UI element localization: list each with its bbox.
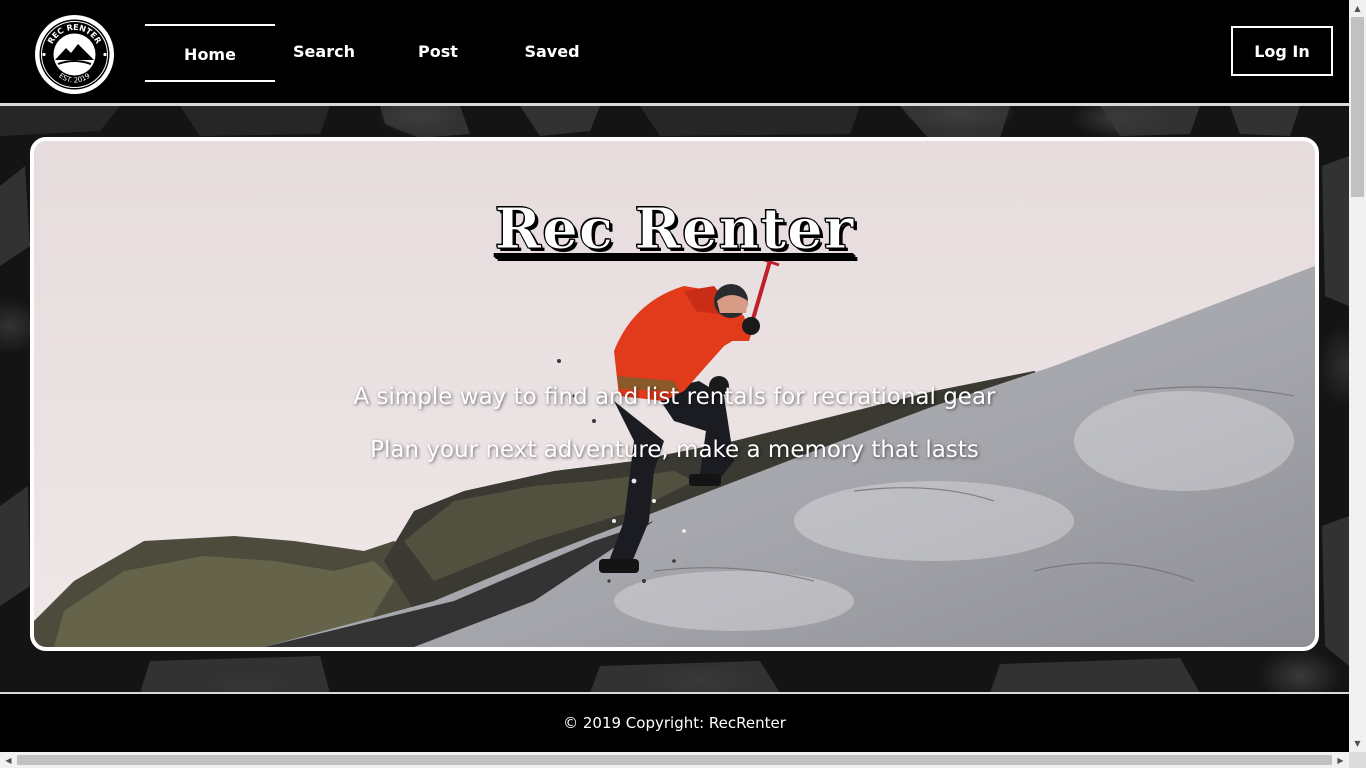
nav-post-label: Post bbox=[418, 41, 458, 61]
nav-home-label: Home bbox=[184, 44, 236, 64]
hero-tagline-2: Plan your next adventure, make a memory … bbox=[370, 437, 979, 463]
footer: © 2019 Copyright: RecRenter bbox=[0, 694, 1349, 752]
nav-search[interactable]: Search bbox=[275, 24, 373, 82]
scroll-down-arrow-icon[interactable]: ▼ bbox=[1349, 735, 1366, 752]
hero-card: Rec Renter A simple way to find and list… bbox=[30, 137, 1319, 651]
footer-copyright: © 2019 Copyright: RecRenter bbox=[563, 714, 786, 732]
page: REC RENTER EST. 2019 Home Search Post Sa… bbox=[0, 0, 1349, 752]
nav-saved[interactable]: Saved bbox=[503, 24, 601, 82]
vertical-scroll-thumb[interactable] bbox=[1351, 17, 1364, 197]
hero-title: Rec Renter bbox=[34, 196, 1315, 263]
nav-saved-label: Saved bbox=[524, 41, 580, 61]
scrollbar-corner bbox=[1349, 752, 1366, 768]
nav-search-label: Search bbox=[293, 41, 355, 61]
hero-title-text: Rec Renter bbox=[494, 196, 855, 263]
scroll-left-arrow-icon[interactable]: ◀ bbox=[0, 752, 17, 768]
scroll-up-arrow-icon[interactable]: ▲ bbox=[1349, 0, 1366, 17]
horizontal-scroll-thumb[interactable] bbox=[17, 755, 1332, 765]
login-button[interactable]: Log In bbox=[1231, 26, 1333, 76]
horizontal-scrollbar[interactable]: ◀ ▶ bbox=[0, 752, 1349, 768]
navbar: REC RENTER EST. 2019 Home Search Post Sa… bbox=[0, 0, 1349, 103]
nav-divider bbox=[0, 103, 1349, 106]
scroll-right-arrow-icon[interactable]: ▶ bbox=[1332, 752, 1349, 768]
vertical-scrollbar[interactable]: ▲ ▼ bbox=[1349, 0, 1366, 752]
hero-tagline-1: A simple way to find and list rentals fo… bbox=[353, 384, 996, 410]
nav-home[interactable]: Home bbox=[145, 24, 275, 82]
mountain-badge-icon: REC RENTER EST. 2019 bbox=[39, 19, 110, 90]
logo[interactable]: REC RENTER EST. 2019 bbox=[35, 15, 114, 94]
nav-post[interactable]: Post bbox=[393, 24, 483, 82]
